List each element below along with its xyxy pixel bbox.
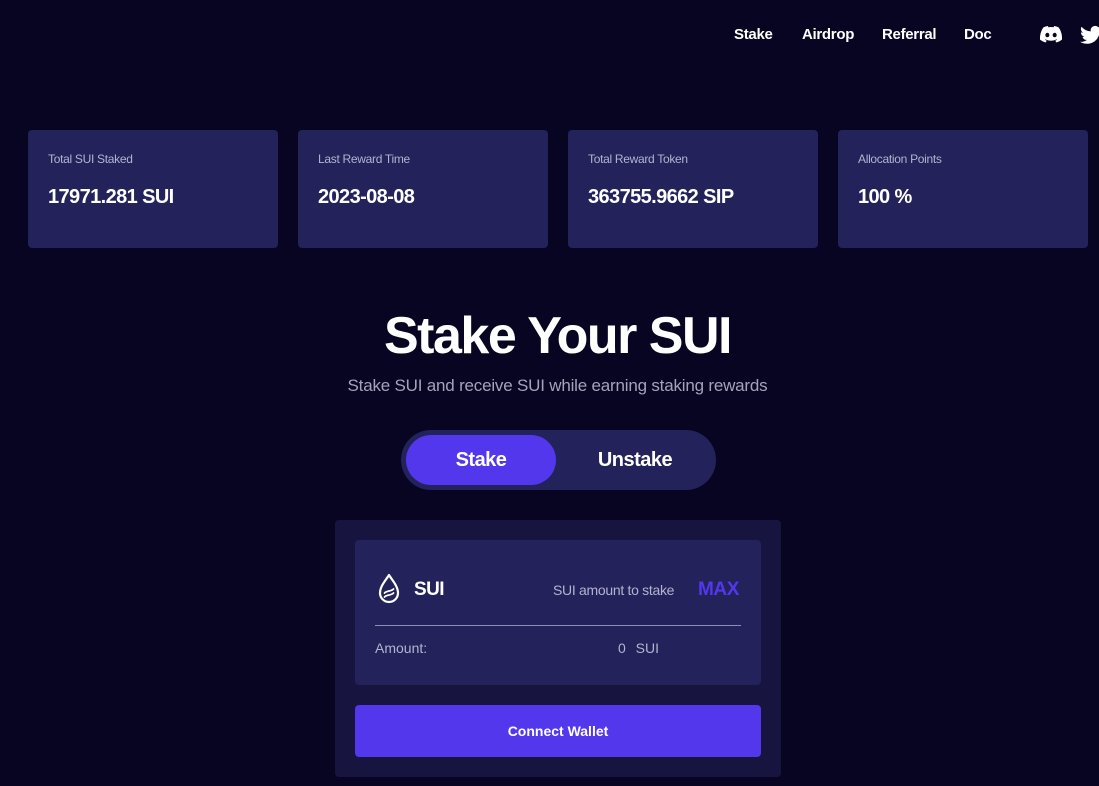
stat-value: 2023-08-08	[318, 186, 415, 208]
stat-label: Total Reward Token	[588, 152, 688, 166]
tab-unstake[interactable]: Unstake	[559, 435, 711, 485]
stake-unstake-toggle: Stake Unstake	[401, 430, 716, 490]
stat-card-last-reward-time: Last Reward Time 2023-08-08	[298, 130, 548, 248]
nav-link-airdrop[interactable]: Airdrop	[802, 26, 854, 43]
nav-link-referral[interactable]: Referral	[882, 26, 937, 43]
tab-stake[interactable]: Stake	[406, 435, 556, 485]
stat-card-total-staked: Total SUI Staked 17971.281 SUI	[28, 130, 278, 248]
stat-label: Last Reward Time	[318, 152, 410, 166]
stat-card-total-reward-token: Total Reward Token 363755.9662 SIP	[568, 130, 818, 248]
stat-value: 17971.281 SUI	[48, 186, 174, 208]
stake-panel: SUI SUI amount to stake MAX Amount: 0 SU…	[335, 520, 781, 777]
twitter-icon[interactable]	[1080, 25, 1099, 45]
stat-value: 100 %	[858, 186, 912, 208]
page: Stake Airdrop Referral Doc Total SUI Sta…	[0, 0, 1099, 786]
divider	[375, 625, 741, 626]
sui-drop-icon	[378, 573, 400, 604]
stat-label: Total SUI Staked	[48, 152, 133, 166]
max-button[interactable]: MAX	[698, 579, 739, 601]
token-name: SUI	[414, 579, 444, 600]
page-subtitle: Stake SUI and receive SUI while earning …	[347, 376, 768, 395]
amount-box: SUI SUI amount to stake MAX Amount: 0 SU…	[355, 540, 761, 685]
discord-icon[interactable]	[1040, 25, 1062, 45]
stat-label: Allocation Points	[858, 152, 942, 166]
nav-link-doc[interactable]: Doc	[964, 26, 992, 43]
amount-value: 0 SUI	[618, 640, 660, 656]
amount-label: Amount:	[375, 640, 428, 656]
nav-link-stake[interactable]: Stake	[734, 26, 773, 43]
page-title: Stake Your SUI	[384, 307, 733, 365]
connect-wallet-button[interactable]: Connect Wallet	[355, 705, 761, 757]
stat-value: 363755.9662 SIP	[588, 186, 734, 208]
amount-hint: SUI amount to stake	[553, 582, 675, 598]
stat-card-allocation-points: Allocation Points 100 %	[838, 130, 1088, 248]
top-nav: Stake Airdrop Referral Doc	[0, 24, 1099, 48]
